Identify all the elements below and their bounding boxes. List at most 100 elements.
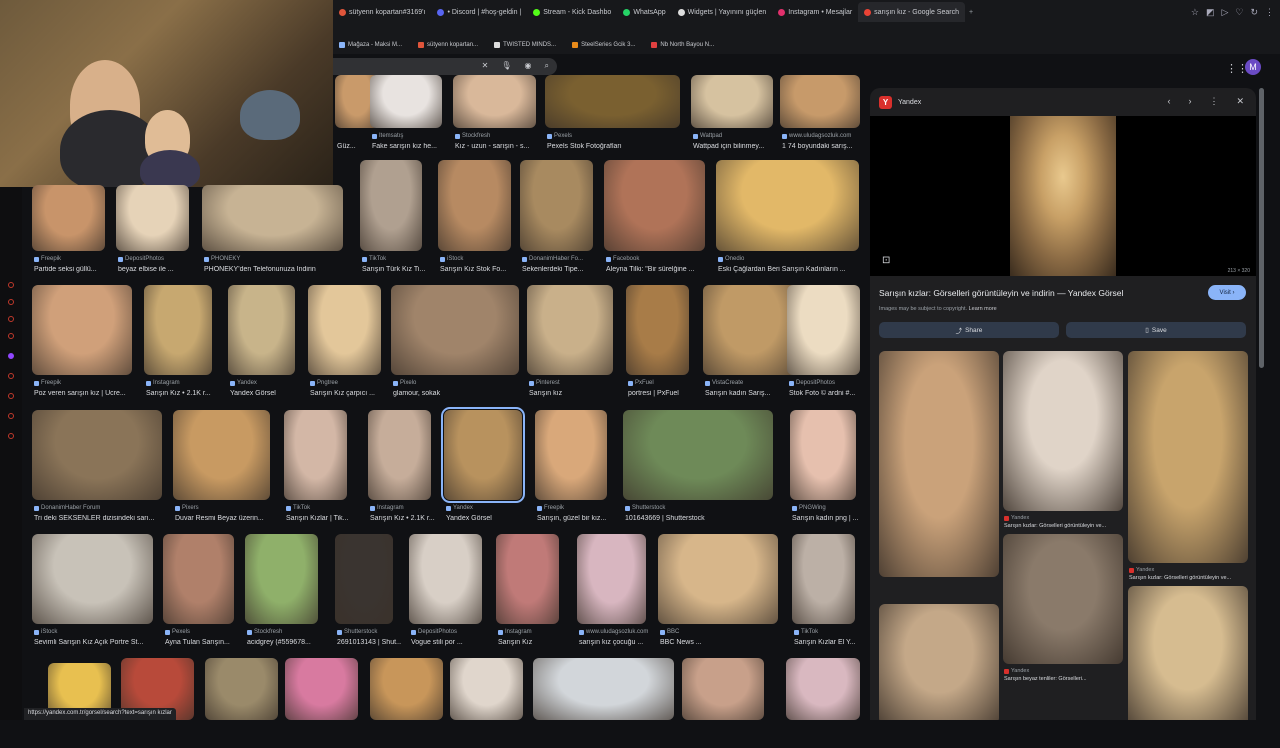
result-caption[interactable]: Sarışın Türk Kız Ti... — [362, 266, 430, 273]
image-result[interactable]: Freepik Partide seksi güllü... — [32, 185, 105, 279]
image-result[interactable]: PNGWing Sarışın kadın png | ... — [790, 410, 858, 528]
image-result[interactable]: Shutterstock 2691013143 | Shut... — [335, 534, 401, 652]
result-thumbnail[interactable] — [205, 658, 278, 720]
result-caption[interactable]: Vogue stili por ... — [411, 639, 490, 646]
result-thumbnail[interactable] — [438, 160, 511, 251]
result-thumbnail[interactable] — [391, 285, 519, 375]
result-thumbnail[interactable] — [32, 410, 162, 500]
result-caption[interactable]: Wattpad için bilinmey... — [693, 143, 781, 150]
result-thumbnail[interactable] — [604, 160, 705, 251]
result-caption[interactable]: Stok Foto © ardni #... — [789, 390, 868, 397]
result-caption[interactable]: Partide seksi güllü... — [34, 266, 113, 273]
image-result[interactable]: Pngtree Sarışın Kız çarpıcı ... — [308, 285, 381, 403]
result-thumbnail[interactable] — [245, 534, 318, 624]
image-result[interactable]: Stockfresh acidgrey (#559678... — [245, 534, 318, 652]
image-result[interactable]: Instagram Sarışın Kız • 2.1K r... — [144, 285, 212, 403]
result-thumbnail[interactable] — [308, 285, 381, 375]
result-caption[interactable]: Aleyna Tilki: "Bir sürelğine ... — [606, 266, 713, 273]
preview-image[interactable]: ⊡ 213 × 320 — [870, 116, 1256, 276]
related-caption[interactable]: Sarışın kızlar: Görselleri görüntüleyin … — [1004, 523, 1106, 529]
result-caption[interactable]: Sarışın kız — [529, 390, 621, 397]
result-thumbnail[interactable] — [682, 658, 764, 720]
clear-icon[interactable]: ✕ — [482, 61, 489, 71]
rail-icon[interactable] — [8, 433, 14, 439]
image-result[interactable]: Pixers Duvar Resmi Beyaz üzerin... — [173, 410, 270, 528]
image-result[interactable]: DonanimHaber Fo... Sekenlerdeki Tipe... — [520, 160, 593, 279]
new-tab-button[interactable]: + — [969, 9, 973, 16]
image-result[interactable]: iStock Sarışın Kız Stok Fo... — [438, 160, 511, 279]
related-thumbnail[interactable] — [1128, 351, 1248, 563]
result-thumbnail[interactable] — [520, 160, 593, 251]
play-icon[interactable]: ▷ — [1221, 7, 1228, 18]
result-caption[interactable]: Sarışın Kız — [498, 639, 567, 646]
tab[interactable]: Stream - Kick Dashbo — [527, 2, 617, 22]
result-caption[interactable]: Fake sarışın kız he... — [372, 143, 450, 150]
image-result[interactable] — [786, 658, 860, 748]
result-thumbnail[interactable] — [577, 534, 646, 624]
tab[interactable]: • Discord | #hoş-geldin | — [431, 2, 527, 22]
result-thumbnail[interactable] — [284, 410, 347, 500]
rail-icon[interactable] — [8, 299, 14, 305]
rail-icon[interactable] — [8, 393, 14, 399]
image-result[interactable]: iStock Sevimli Sarışın Kız Açık Portre St… — [32, 534, 153, 652]
image-result[interactable]: Itemsatış Fake sarışın kız he... — [370, 75, 442, 156]
mic-icon[interactable]: 🎙 — [501, 61, 511, 71]
image-result[interactable] — [121, 658, 194, 748]
result-caption[interactable]: Ayna Tulan Sarışın... — [165, 639, 242, 646]
image-result[interactable]: Onedio Eski Çağlardan Beri Sarışın Kadınl… — [716, 160, 859, 279]
image-result[interactable]: TikTok Sarışın Kızlar El Y... — [792, 534, 856, 652]
panel-source[interactable]: Y Yandex — [879, 96, 921, 109]
image-result[interactable]: Freepik Sarışın, güzel bir kız... — [535, 410, 607, 528]
extensions-icon[interactable]: ◩ — [1206, 7, 1215, 18]
tab[interactable]: Instagram • Mesajlar — [772, 2, 858, 22]
image-result[interactable]: BBC BBC News ... — [658, 534, 778, 652]
result-caption[interactable]: Sarışın Kız çarpıcı ... — [310, 390, 389, 397]
result-thumbnail[interactable] — [368, 410, 431, 500]
bookmark-item[interactable]: sütyenn kopartan... — [418, 42, 478, 48]
image-result[interactable]: Instagram Sarışın Kız — [496, 534, 559, 652]
image-result[interactable]: Instagram Sarışın Kız • 2.1K r... — [368, 410, 435, 528]
result-thumbnail[interactable] — [792, 534, 855, 624]
learn-more-link[interactable]: Learn more — [969, 306, 997, 312]
image-result[interactable] — [205, 658, 278, 748]
result-thumbnail[interactable] — [790, 410, 856, 500]
result-caption[interactable]: Sarışın Kız • 2.1K r... — [146, 390, 220, 397]
panel-title[interactable]: Sarışın kızlar: Görselleri görüntüleyin … — [879, 288, 1123, 298]
result-thumbnail[interactable] — [626, 285, 689, 375]
result-caption[interactable]: Pexels Stok Fotoğrafları — [547, 143, 688, 150]
result-caption[interactable]: acidgrey (#559678... — [247, 639, 326, 646]
avatar[interactable]: M — [1245, 59, 1261, 75]
result-thumbnail[interactable] — [144, 285, 212, 375]
image-result[interactable]: PHONEKY PHONEKY'den Telefonunuza İndirin — [202, 185, 343, 279]
result-caption[interactable]: Tri deki SEKSENLER dizisindeki sarı... — [34, 515, 170, 522]
image-result[interactable]: Yandex Yandex Görsel — [441, 407, 525, 528]
scrollbar[interactable] — [1259, 88, 1264, 368]
image-result[interactable] — [48, 663, 111, 748]
heart-icon[interactable]: ♡ — [1235, 7, 1243, 18]
image-result[interactable]: www.uludagsozluk.com 1 74 boyundaki sarış… — [780, 75, 860, 156]
image-result[interactable]: Freepik Poz veren sarışın kız | Ücre... — [32, 285, 132, 403]
bookmark-icon[interactable]: ☆ — [1191, 7, 1199, 18]
bookmark-item[interactable]: Mağaza - Maksi M... — [339, 42, 402, 48]
rail-icon[interactable] — [8, 373, 14, 379]
result-thumbnail[interactable] — [623, 410, 773, 500]
result-thumbnail[interactable] — [527, 285, 613, 375]
bookmark-item[interactable]: SteelSeries Gcik 3... — [572, 42, 635, 48]
related-thumbnail[interactable] — [879, 604, 999, 720]
save-button[interactable]: ▯ Save — [1066, 322, 1246, 338]
result-caption[interactable]: sarışın kız çocuğu ... — [579, 639, 654, 646]
result-caption[interactable]: Sevimli Sarışın Kız Açık Portre St... — [34, 639, 161, 646]
result-thumbnail[interactable] — [780, 75, 860, 128]
image-result[interactable]: Yandex Yandex Görsel — [228, 285, 295, 403]
image-result[interactable]: Pexels Ayna Tulan Sarışın... — [163, 534, 234, 652]
image-result[interactable]: DonanimHaber Forum Tri deki SEKSENLER diz… — [32, 410, 162, 528]
related-caption[interactable]: Sarışın beyaz tenliler: Görselleri... — [1004, 676, 1087, 682]
result-thumbnail[interactable] — [691, 75, 773, 128]
visit-button[interactable]: Visit › — [1208, 285, 1246, 300]
related-thumbnail[interactable] — [1003, 351, 1123, 511]
result-caption[interactable]: Duvar Resmi Beyaz üzerin... — [175, 515, 278, 522]
result-caption[interactable]: Poz veren sarışın kız | Ücre... — [34, 390, 140, 397]
result-caption[interactable]: Sarışın Kız Stok Fo... — [440, 266, 519, 273]
result-caption[interactable]: 1 74 boyundaki sarış... — [782, 143, 868, 150]
image-result[interactable]: VistaCreate Sarışın kadın Sarış... — [703, 285, 797, 403]
